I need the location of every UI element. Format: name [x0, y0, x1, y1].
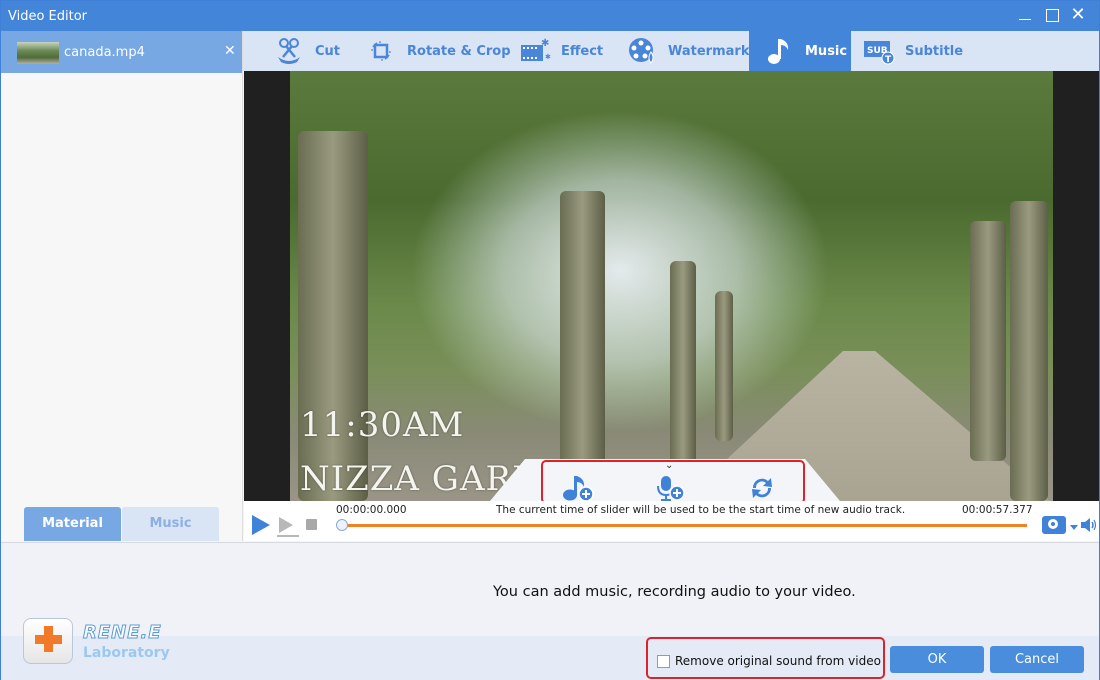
tab-label: Subtitle — [905, 43, 964, 59]
tab-label: Effect — [561, 43, 604, 59]
play-segment-underline — [277, 535, 299, 537]
playback-bar: 00:00:00.000 The current time of slider … — [244, 501, 1099, 541]
video-tree-trunk — [298, 131, 368, 501]
video-preview: 11:30AM NIZZA GARD — [244, 71, 1099, 501]
tab-rotate-crop[interactable]: Rotate & Crop — [365, 31, 511, 71]
play-button[interactable] — [252, 515, 270, 535]
video-tree-trunk — [970, 221, 1006, 461]
film-effect-icon: ✱ ✱ — [519, 35, 551, 67]
tab-label: Rotate & Crop — [407, 43, 511, 59]
tab-label: Cut — [315, 43, 341, 59]
left-panel: canada.mp4 ✕ Material Music — [1, 31, 243, 541]
svg-text:✱: ✱ — [545, 53, 551, 61]
title-bar: Video Editor ✕ — [1, 1, 1099, 31]
video-frame: 11:30AM NIZZA GARD — [290, 71, 1053, 501]
current-time: 00:00:00.000 — [336, 504, 407, 516]
close-window-button[interactable]: ✕ — [1067, 5, 1089, 27]
timeline-slider-handle[interactable] — [336, 519, 348, 531]
video-overlay-time: 11:30AM — [300, 405, 465, 445]
chevron-down-icon[interactable]: ⌄ — [665, 460, 673, 471]
play-segment-button[interactable] — [279, 517, 293, 533]
total-time: 00:00:57.377 — [962, 504, 1033, 516]
scissors-icon — [273, 35, 305, 67]
svg-text:✱: ✱ — [541, 38, 549, 49]
stop-button[interactable] — [306, 519, 317, 530]
minimize-button[interactable] — [1014, 5, 1036, 27]
snapshot-dropdown-icon[interactable] — [1070, 525, 1078, 530]
video-tree-trunk — [715, 291, 733, 441]
tab-music[interactable]: Music — [749, 31, 851, 71]
video-tree-trunk — [560, 191, 605, 501]
snapshot-camera-icon[interactable] — [1042, 516, 1066, 534]
music-info-area: You can add music, recording audio to yo… — [1, 542, 1099, 637]
music-add-icon — [563, 476, 594, 502]
brand-subtitle: Laboratory — [83, 645, 170, 661]
tab-watermark[interactable]: Watermark — [626, 31, 749, 71]
add-recording-button[interactable] — [653, 473, 687, 503]
tab-effect[interactable]: ✱ ✱ Effect — [519, 31, 603, 71]
file-list-item[interactable]: canada.mp4 ✕ — [1, 31, 242, 73]
tab-subtitle[interactable]: SUB T Subtitle — [863, 31, 963, 71]
cancel-button[interactable]: Cancel — [990, 646, 1084, 673]
refresh-icon — [752, 478, 772, 498]
replace-audio-button[interactable] — [745, 473, 779, 503]
editor-toolbar: Cut Rotate & Crop ✱ ✱ Effect Watermark Mu… — [243, 31, 1099, 71]
maximize-button[interactable] — [1041, 5, 1063, 27]
tab-material[interactable]: Material — [24, 507, 121, 541]
tab-label: Watermark — [668, 43, 750, 59]
left-panel-tabs: Material Music — [24, 507, 219, 541]
remove-original-sound-checkbox[interactable] — [657, 655, 670, 668]
add-music-button[interactable] — [561, 473, 595, 503]
svg-text:T: T — [885, 55, 892, 65]
microphone-add-icon — [657, 476, 685, 501]
remove-original-sound-label[interactable]: Remove original sound from video — [675, 654, 881, 668]
video-editor-window: Video Editor ✕ canada.mp4 ✕ Material Mus… — [0, 0, 1100, 680]
brand-name: RENE.E — [83, 622, 162, 644]
video-thumbnail — [17, 42, 59, 64]
music-note-icon — [763, 35, 795, 67]
timeline-track[interactable] — [341, 524, 1027, 527]
tab-cut[interactable]: Cut — [273, 31, 340, 71]
tab-label: Music — [805, 43, 848, 59]
file-name: canada.mp4 — [64, 45, 145, 60]
brand-logo-icon — [23, 618, 73, 664]
video-tree-trunk — [670, 261, 696, 471]
info-message: You can add music, recording audio to yo… — [493, 584, 856, 600]
volume-icon[interactable] — [1080, 517, 1098, 536]
watermark-reel-icon — [626, 35, 658, 67]
rotate-crop-icon — [365, 35, 397, 67]
window-title: Video Editor — [8, 9, 88, 24]
tab-music-library[interactable]: Music — [122, 507, 219, 541]
video-tree-trunk — [1010, 201, 1048, 501]
subtitle-icon: SUB T — [863, 35, 895, 67]
ok-button[interactable]: OK — [890, 646, 984, 673]
slider-hint: The current time of slider will be used … — [496, 504, 906, 516]
remove-file-icon[interactable]: ✕ — [224, 43, 236, 59]
